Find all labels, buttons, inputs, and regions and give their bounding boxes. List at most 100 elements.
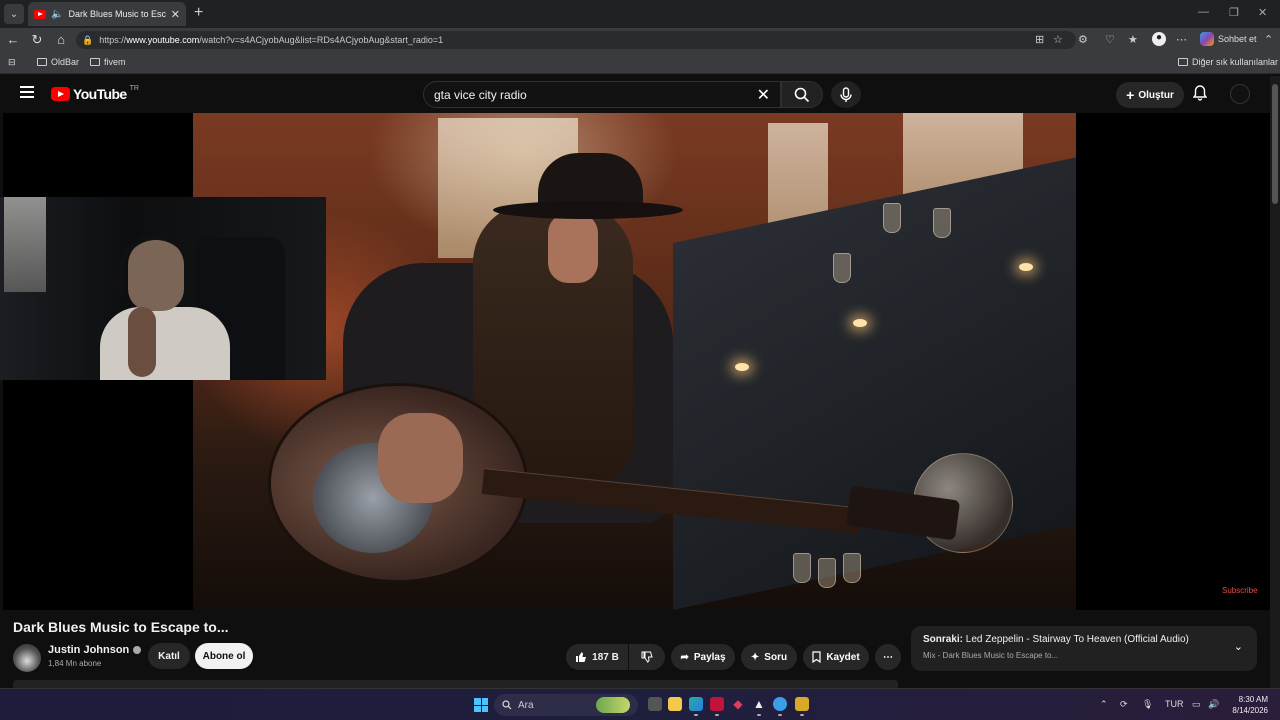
- next-up-card[interactable]: Sonraki: Led Zeppelin - Stairway To Heav…: [911, 626, 1257, 671]
- windows-taskbar: Ara ◆ ▲ ⌃ ⟳ 🎙 TUR ▭ 🔊 8:30 AM 8/14/2026: [0, 688, 1280, 720]
- new-tab-icon[interactable]: +: [194, 5, 203, 21]
- next-up-title-line: Sonraki: Led Zeppelin - Stairway To Heav…: [923, 634, 1245, 645]
- home-icon[interactable]: ⌂: [52, 32, 70, 47]
- search-box[interactable]: gta vice city radio ✕: [423, 81, 781, 108]
- profile-icon[interactable]: ●: [1152, 32, 1166, 46]
- close-window-icon[interactable]: ✕: [1258, 6, 1267, 19]
- chevron-down-icon[interactable]: ⌄: [1234, 640, 1243, 653]
- youtube-play-logo-icon: [51, 87, 70, 101]
- other-bookmarks-label: Diğer sık kullanılanlar: [1192, 57, 1279, 67]
- more-actions-icon[interactable]: ⋯: [875, 644, 901, 670]
- channel-name-link[interactable]: Justin Johnson: [48, 644, 142, 656]
- bookmark-icon: [812, 651, 821, 663]
- audio-playing-icon[interactable]: 🔈: [51, 9, 63, 20]
- subscribe-overlay-label[interactable]: Subscribe: [1222, 586, 1258, 595]
- webcam-overlay: [0, 197, 326, 380]
- clock-time: 8:30 AM: [1238, 695, 1268, 704]
- refresh-icon[interactable]: ↻: [28, 32, 46, 48]
- headphones: [118, 235, 194, 295]
- back-icon[interactable]: ←: [4, 32, 22, 47]
- taskbar-search[interactable]: Ara: [494, 694, 638, 716]
- language-indicator[interactable]: TUR: [1165, 699, 1184, 709]
- sync-icon[interactable]: ⟳: [1120, 699, 1128, 710]
- clear-search-icon[interactable]: ✕: [757, 85, 770, 105]
- candle-glass: [933, 208, 951, 238]
- windows-start-icon[interactable]: [474, 698, 488, 712]
- browser-tab-active[interactable]: 🔈 Dark Blues Music to Escape to... ✕: [28, 2, 186, 26]
- ask-button[interactable]: ✦ Soru: [741, 644, 797, 670]
- address-bar-row: ← ↻ ⌂ 🔒 https://www.youtube.com/watch?v=…: [0, 28, 1280, 52]
- like-button[interactable]: 187 B: [566, 644, 628, 670]
- search-input[interactable]: gta vice city radio: [434, 88, 757, 102]
- url-path: /watch?v=s4ACjyobAug&list=RDs4ACjyobAug&…: [199, 35, 444, 45]
- copilot-label: Sohbet et: [1218, 34, 1257, 44]
- restore-icon[interactable]: ❐: [1229, 6, 1239, 19]
- app-icon-red[interactable]: [710, 697, 724, 716]
- channel-avatar[interactable]: [13, 644, 41, 672]
- thumbs-down-icon: [641, 651, 653, 663]
- account-avatar[interactable]: [1230, 84, 1250, 104]
- voice-search-button[interactable]: [831, 81, 861, 108]
- save-label: Kaydet: [826, 651, 860, 663]
- app-icon-blue[interactable]: [773, 697, 787, 716]
- taskbar-search-placeholder: Ara: [518, 699, 534, 711]
- hamburger-menu-icon[interactable]: [20, 86, 34, 98]
- save-button[interactable]: Kaydet: [803, 644, 869, 670]
- app-icon-diamond[interactable]: ◆: [731, 697, 745, 711]
- search-highlight-image: [596, 697, 630, 713]
- bookmark-folder-fivem[interactable]: fivem: [90, 57, 126, 67]
- create-button[interactable]: + Oluştur: [1116, 82, 1184, 108]
- url-prefix: https://: [99, 35, 127, 45]
- favorite-star-icon[interactable]: ☆: [1053, 33, 1063, 46]
- search-icon: [502, 700, 512, 710]
- tray-overflow-chevron-icon[interactable]: ⌃: [1100, 699, 1108, 710]
- extensions-icon[interactable]: ⚙: [1078, 33, 1088, 46]
- verified-icon: [133, 646, 142, 654]
- tab-close-icon[interactable]: ✕: [171, 8, 180, 21]
- page-scrollbar[interactable]: [1270, 76, 1280, 688]
- youtube-wordmark: YouTube: [73, 86, 127, 102]
- join-button[interactable]: Katıl: [148, 643, 190, 669]
- sparkle-icon: ✦: [750, 651, 760, 663]
- next-up-subtitle: Mix - Dark Blues Music to Escape to...: [923, 651, 1059, 660]
- streamer-arm: [128, 307, 156, 377]
- channel-name: Justin Johnson: [48, 644, 130, 656]
- taskbar-clock[interactable]: 8:30 AM 8/14/2026: [1228, 694, 1268, 716]
- candle-glass: [883, 203, 901, 233]
- lock-icon[interactable]: 🔒: [82, 35, 93, 46]
- other-bookmarks[interactable]: Diğer sık kullanılanlar: [1178, 57, 1278, 67]
- youtube-logo[interactable]: YouTube TR: [51, 84, 139, 102]
- video-title: Dark Blues Music to Escape to...: [13, 619, 229, 635]
- search-button[interactable]: [781, 81, 823, 108]
- share-arrow-icon: ➦: [680, 651, 689, 663]
- bookmark-folder-oldbar[interactable]: OldBar: [37, 57, 79, 67]
- copilot-button[interactable]: Sohbet et: [1200, 32, 1257, 46]
- share-button[interactable]: ➦ Paylaş: [671, 644, 735, 670]
- scroll-thumb[interactable]: [1272, 84, 1278, 204]
- app-icon-yellow[interactable]: [795, 697, 809, 716]
- subscribe-button[interactable]: Abone ol: [195, 643, 253, 669]
- network-icon[interactable]: ▭: [1192, 699, 1201, 710]
- volume-icon[interactable]: 🔊: [1208, 699, 1219, 710]
- dislike-button[interactable]: [629, 644, 665, 670]
- more-options-icon[interactable]: ⋯: [1176, 33, 1187, 46]
- region-code: TR: [129, 84, 139, 92]
- piano-lamp: [853, 319, 867, 327]
- sidebar-toggle-icon[interactable]: ⌃: [1264, 33, 1273, 46]
- streamer-body: [100, 307, 230, 380]
- browser-essentials-icon[interactable]: ♡: [1105, 33, 1115, 46]
- search-icon: [794, 87, 810, 102]
- task-view-icon[interactable]: [648, 697, 662, 711]
- microphone-tray-icon[interactable]: 🎙: [1142, 699, 1153, 710]
- url-field[interactable]: 🔒 https://www.youtube.com/watch?v=s4ACjy…: [76, 31, 1076, 49]
- minimize-icon[interactable]: —: [1198, 6, 1209, 18]
- favorites-icon[interactable]: ★: [1128, 33, 1138, 46]
- file-explorer-icon[interactable]: [668, 697, 682, 711]
- glass: [843, 553, 861, 583]
- edge-browser-icon[interactable]: [689, 697, 703, 716]
- app-available-icon[interactable]: ⊞: [1035, 33, 1044, 46]
- notifications-bell-icon[interactable]: [1192, 85, 1208, 105]
- reading-list-icon[interactable]: ⊟: [8, 57, 16, 68]
- tab-actions-chevron-icon[interactable]: ⌄: [4, 4, 24, 24]
- app-icon-triangle[interactable]: ▲: [752, 697, 766, 716]
